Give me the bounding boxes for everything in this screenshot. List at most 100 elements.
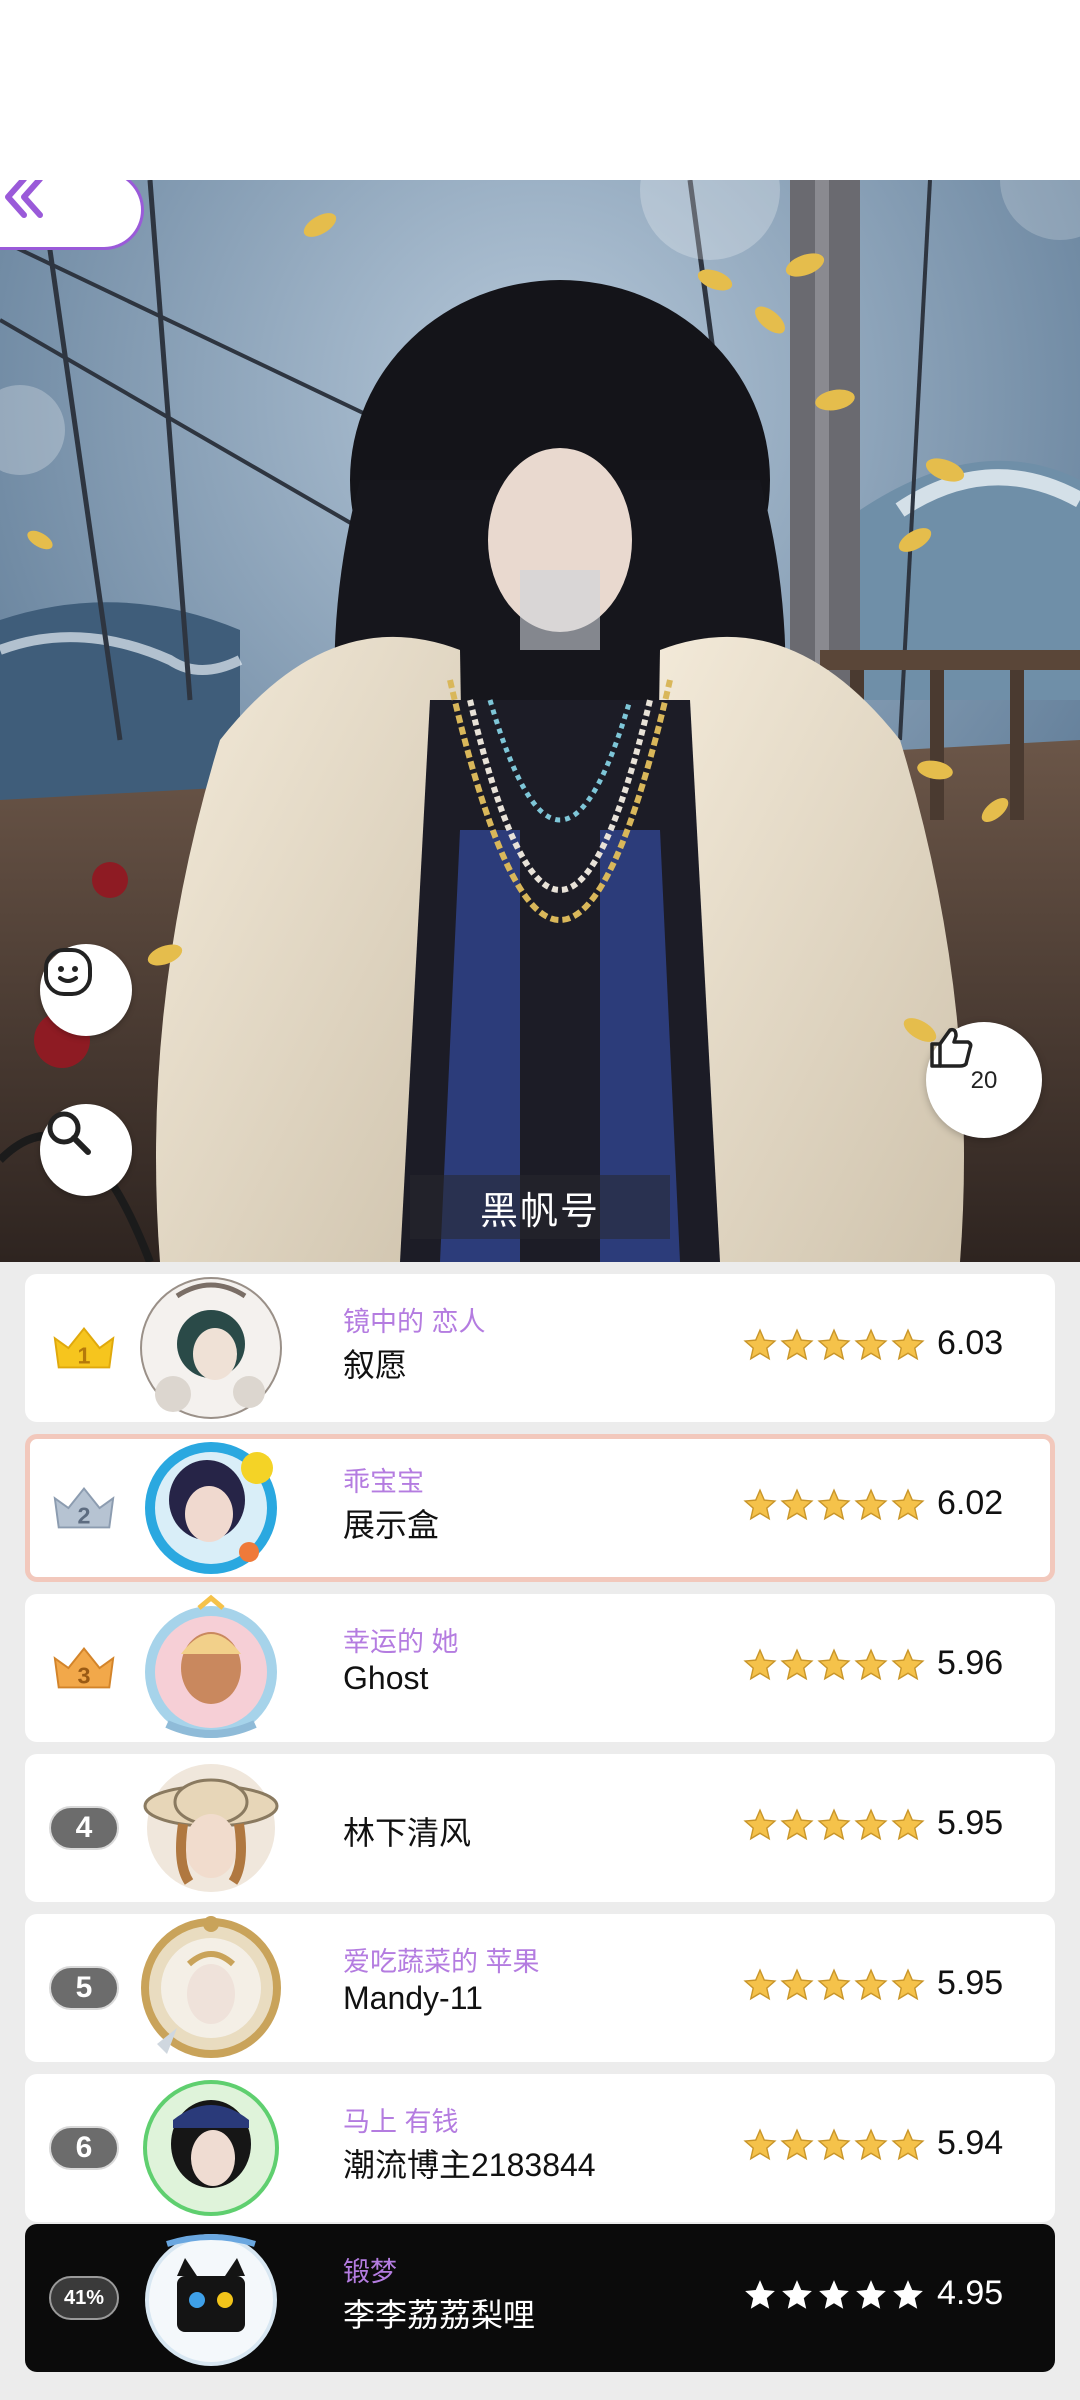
my-subtitle: 锻梦 bbox=[343, 2257, 397, 2287]
star-icon bbox=[743, 2128, 777, 2161]
rank-number: 4 bbox=[49, 1806, 119, 1850]
search-button[interactable] bbox=[40, 1104, 132, 1196]
star-icon bbox=[891, 1328, 925, 1361]
crown-silver-icon: 2 bbox=[53, 1486, 115, 1529]
star-rating bbox=[743, 1648, 925, 1682]
star-icon bbox=[817, 1968, 851, 2001]
star-icon bbox=[743, 1648, 777, 1681]
star-rating bbox=[743, 1328, 925, 1362]
player-subtitle: 马上 有钱 bbox=[343, 2107, 459, 2137]
star-icon bbox=[780, 1648, 814, 1681]
ranking-row[interactable]: 1 镜中的 恋人 叙愿 6.03 bbox=[25, 1274, 1055, 1422]
player-subtitle: 爱吃蔬菜的 苹果 bbox=[343, 1947, 540, 1977]
rank-number: 1 bbox=[78, 1343, 91, 1369]
star-icon bbox=[780, 1488, 814, 1521]
star-rating bbox=[743, 1808, 925, 1842]
star-icon bbox=[780, 2128, 814, 2161]
rank-number: 2 bbox=[78, 1503, 91, 1529]
ranking-row[interactable]: 4 林下清风 5.95 bbox=[25, 1754, 1055, 1902]
player-name: Ghost bbox=[343, 1660, 429, 1696]
search-icon bbox=[47, 1111, 91, 1155]
avatar bbox=[137, 1274, 285, 1422]
star-icon bbox=[854, 1968, 888, 2001]
rank-badge: 4 bbox=[49, 1802, 119, 1854]
ranking-row[interactable]: 5 爱吃蔬菜的 苹果 Mandy-11 5.95 bbox=[25, 1914, 1055, 2062]
like-button[interactable]: 20 bbox=[926, 1022, 1042, 1138]
my-score: 4.95 bbox=[937, 2274, 1004, 2312]
outfit-title-bar: 黑帆号 bbox=[410, 1175, 670, 1239]
my-name: 李李荔荔梨哩 bbox=[343, 2297, 536, 2333]
star-icon bbox=[817, 1648, 851, 1681]
crown-bronze-icon: 3 bbox=[53, 1646, 115, 1689]
player-subtitle: 幸运的 她 bbox=[343, 1627, 459, 1657]
scene-illustration bbox=[0, 180, 1080, 1262]
emoji-button[interactable] bbox=[40, 944, 132, 1036]
avatar bbox=[137, 1914, 285, 2062]
ranking-row[interactable]: 6 马上 有钱 潮流博主2183844 5.94 bbox=[25, 2074, 1055, 2222]
player-name: 林下清风 bbox=[343, 1815, 472, 1851]
player-score: 5.95 bbox=[937, 1964, 1004, 2002]
star-icon bbox=[819, 2280, 849, 2309]
player-name: Mandy-11 bbox=[343, 1980, 483, 2016]
player-name: 叙愿 bbox=[343, 1347, 408, 1383]
player-name: 展示盒 bbox=[343, 1507, 440, 1543]
ranking-row[interactable]: 3 幸运的 她 Ghost 5.96 bbox=[25, 1594, 1055, 1742]
star-icon bbox=[817, 1808, 851, 1841]
star-icon bbox=[854, 1328, 888, 1361]
star-icon bbox=[854, 1488, 888, 1521]
star-icon bbox=[743, 1328, 777, 1361]
star-icon bbox=[743, 1808, 777, 1841]
ranking-list: 1 镜中的 恋人 叙愿 6.03 2 乖宝宝 展示盒 6.02 3 幸运的 她 … bbox=[0, 1262, 1080, 2400]
star-icon bbox=[891, 1968, 925, 2001]
back-button[interactable] bbox=[0, 180, 144, 250]
player-score: 6.03 bbox=[937, 1324, 1004, 1362]
star-icon bbox=[856, 2280, 886, 2309]
avatar bbox=[137, 1594, 285, 1742]
player-score: 5.94 bbox=[937, 2124, 1004, 2162]
star-icon bbox=[745, 2280, 775, 2309]
player-subtitle: 镜中的 恋人 bbox=[343, 1307, 486, 1337]
player-score: 5.96 bbox=[937, 1644, 1004, 1682]
double-chevron-left-icon bbox=[5, 180, 43, 218]
rank-badge: 1 bbox=[49, 1322, 119, 1374]
smile-icon bbox=[44, 948, 92, 996]
rank-number: 3 bbox=[78, 1663, 91, 1689]
star-icon bbox=[782, 2280, 812, 2309]
star-icon bbox=[854, 1648, 888, 1681]
star-icon bbox=[817, 1328, 851, 1361]
star-rating bbox=[743, 1968, 925, 2002]
rank-percentile: 41% bbox=[49, 2276, 119, 2320]
crown-gold-icon: 1 bbox=[53, 1326, 115, 1369]
rank-badge: 2 bbox=[49, 1482, 119, 1534]
star-icon bbox=[780, 1328, 814, 1361]
star-rating bbox=[743, 2128, 925, 2162]
player-name: 潮流博主2183844 bbox=[343, 2147, 596, 2183]
outfit-scene: 20 黑帆号 bbox=[0, 180, 1080, 1262]
rank-badge: 5 bbox=[49, 1962, 119, 2014]
my-ranking-row[interactable]: 41% 锻梦 李李荔荔梨哩 4.95 bbox=[25, 2224, 1055, 2372]
my-avatar bbox=[137, 2224, 285, 2372]
status-area bbox=[0, 0, 1080, 180]
player-score: 6.02 bbox=[937, 1484, 1004, 1522]
rank-badge: 6 bbox=[49, 2122, 119, 2174]
star-icon bbox=[854, 1808, 888, 1841]
star-icon bbox=[891, 1488, 925, 1521]
star-rating bbox=[743, 1488, 925, 1522]
player-score: 5.95 bbox=[937, 1804, 1004, 1842]
rank-badge: 41% bbox=[49, 2272, 119, 2324]
thumbs-up-icon bbox=[930, 1027, 973, 1068]
rank-number: 6 bbox=[49, 2126, 119, 2170]
ranking-row[interactable]: 2 乖宝宝 展示盒 6.02 bbox=[25, 1434, 1055, 1582]
star-icon bbox=[743, 1968, 777, 2001]
star-icon bbox=[854, 2128, 888, 2161]
star-rating bbox=[743, 2278, 925, 2312]
star-icon bbox=[891, 1648, 925, 1681]
rank-number: 5 bbox=[49, 1966, 119, 2010]
star-icon bbox=[891, 2128, 925, 2161]
avatar bbox=[137, 2074, 285, 2222]
star-icon bbox=[893, 2280, 923, 2309]
star-icon bbox=[780, 1968, 814, 2001]
avatar bbox=[137, 1434, 285, 1582]
star-icon bbox=[817, 1488, 851, 1521]
player-subtitle: 乖宝宝 bbox=[343, 1467, 424, 1497]
